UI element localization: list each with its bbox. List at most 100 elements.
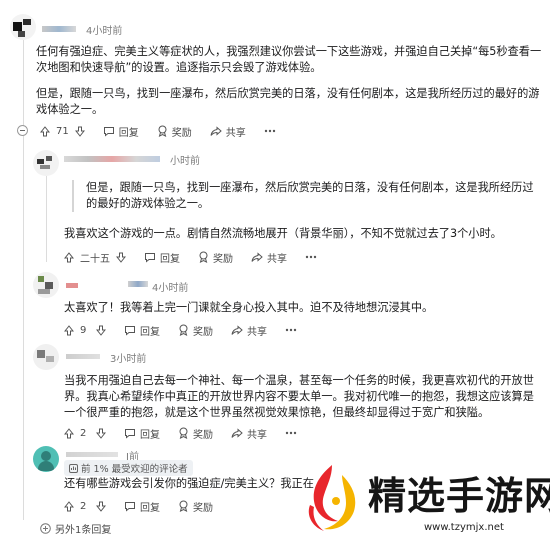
avatar[interactable] bbox=[33, 272, 59, 298]
site-watermark: 精选手游网 www.tzymjx.net bbox=[300, 455, 550, 539]
award-button[interactable]: 奖励 bbox=[178, 426, 213, 441]
more-options-icon[interactable] bbox=[305, 255, 317, 259]
comment-time: 4小时前 bbox=[152, 283, 189, 294]
collapse-thread-button[interactable] bbox=[17, 125, 28, 136]
comment-time: 小时前 bbox=[170, 156, 200, 167]
comment-text: 太喜欢了！我等着上完一门课就全身心投入其中。迫不及待地想沉浸其中。 bbox=[64, 301, 434, 314]
comment-icon bbox=[145, 252, 155, 263]
award-icon bbox=[179, 324, 188, 336]
award-button[interactable]: 奖励 bbox=[178, 323, 213, 338]
top-commenter-badge: 前 1% 最受欢迎的评论者 bbox=[64, 460, 193, 476]
more-options-icon[interactable] bbox=[264, 129, 276, 133]
share-button[interactable]: 共享 bbox=[210, 124, 246, 139]
comment-actions: 二十五 回复 奖励 共享 bbox=[64, 249, 317, 265]
avatar[interactable] bbox=[33, 150, 59, 176]
vote-count: 二十五 bbox=[80, 253, 110, 265]
comment-icon bbox=[103, 126, 114, 137]
username-redacted[interactable] bbox=[42, 26, 76, 32]
award-icon bbox=[179, 427, 188, 439]
award-button[interactable]: 奖励 bbox=[198, 250, 233, 265]
share-button[interactable]: 共享 bbox=[251, 250, 287, 265]
reply-button[interactable]: 回复 bbox=[124, 323, 160, 338]
quoted-text: 但是，跟随一只鸟，找到一座瀑布，然后欣赏完美的日落，没有任何剧本，这是我所经历过… bbox=[72, 180, 534, 212]
award-icon bbox=[179, 500, 188, 512]
downvote-icon[interactable] bbox=[96, 428, 106, 439]
share-icon bbox=[231, 324, 243, 335]
username-redacted[interactable] bbox=[66, 283, 78, 288]
reply-label: 回复 bbox=[118, 127, 139, 139]
award-button[interactable]: 奖励 bbox=[178, 499, 213, 514]
award-label: 奖励 bbox=[193, 326, 213, 338]
award-label: 奖励 bbox=[213, 253, 233, 265]
vote-controls: 71 bbox=[40, 126, 85, 137]
upvote-icon[interactable] bbox=[64, 251, 74, 263]
reply-label: 回复 bbox=[140, 502, 160, 514]
comment-actions: 2 回复 奖励 bbox=[64, 498, 231, 514]
username-redacted[interactable] bbox=[66, 354, 100, 359]
vote-count: 2 bbox=[80, 427, 87, 439]
more-options-icon[interactable] bbox=[285, 328, 297, 332]
reply-button[interactable]: 回复 bbox=[103, 124, 139, 139]
award-icon bbox=[199, 251, 208, 263]
award-label: 奖励 bbox=[193, 502, 213, 514]
avatar[interactable] bbox=[33, 344, 59, 370]
share-button[interactable]: 共享 bbox=[231, 426, 267, 441]
vote-count: 71 bbox=[56, 125, 69, 137]
share-button[interactable]: 共享 bbox=[231, 323, 267, 338]
downvote-icon[interactable] bbox=[116, 252, 126, 263]
comment-paragraph: 任何有强迫症、完美主义等症状的人，我强烈建议你尝试一下这些游戏，并强迫自己关掉“… bbox=[36, 45, 542, 74]
share-icon bbox=[231, 427, 243, 438]
award-label: 奖励 bbox=[193, 429, 213, 441]
comment-actions: 2 回复 奖励 共享 bbox=[64, 425, 297, 441]
more-replies-link[interactable]: 另外1条回复 bbox=[40, 521, 111, 536]
thread-line-reply bbox=[46, 176, 47, 262]
upvote-icon[interactable] bbox=[64, 427, 74, 439]
username-redacted[interactable] bbox=[64, 156, 160, 162]
vote-count: 9 bbox=[80, 324, 87, 336]
watermark-title: 精选手游网 bbox=[368, 474, 550, 518]
badge-icon bbox=[69, 463, 78, 473]
downvote-icon[interactable] bbox=[96, 325, 106, 336]
flair-redacted bbox=[128, 281, 148, 287]
reply-button[interactable]: 回复 bbox=[144, 250, 180, 265]
share-icon bbox=[210, 125, 222, 136]
vote-count: 2 bbox=[80, 500, 87, 512]
reply-button[interactable]: 回复 bbox=[124, 426, 160, 441]
badge-label: 前 1% 最受欢迎的评论者 bbox=[81, 464, 188, 475]
reply-label: 回复 bbox=[140, 429, 160, 441]
upvote-icon[interactable] bbox=[40, 125, 50, 137]
comment-actions: 71 回复 奖励 共享 bbox=[40, 123, 276, 139]
share-icon bbox=[251, 251, 263, 262]
share-label: 共享 bbox=[267, 253, 287, 265]
thread-line-main bbox=[23, 40, 24, 520]
award-button[interactable]: 奖励 bbox=[157, 124, 192, 139]
vote-controls: 2 bbox=[64, 501, 106, 512]
avatar[interactable] bbox=[33, 446, 59, 472]
comment-icon bbox=[125, 428, 135, 439]
plus-circle-icon bbox=[40, 523, 51, 534]
upvote-icon[interactable] bbox=[64, 324, 74, 336]
username-redacted[interactable] bbox=[66, 452, 118, 457]
award-icon bbox=[158, 125, 167, 137]
comment-time: 4小时前 bbox=[86, 26, 123, 37]
downvote-icon[interactable] bbox=[96, 501, 106, 512]
downvote-icon[interactable] bbox=[74, 126, 85, 137]
reply-label: 回复 bbox=[160, 253, 180, 265]
watermark-logo-icon bbox=[308, 465, 356, 531]
share-label: 共享 bbox=[247, 326, 267, 338]
more-options-icon[interactable] bbox=[285, 431, 297, 435]
vote-controls: 二十五 bbox=[64, 250, 126, 265]
comment-icon bbox=[125, 501, 135, 512]
award-label: 奖励 bbox=[171, 127, 192, 139]
comment-text: 还有哪些游戏会引发你的强迫症/完美主义？我正在扌 bbox=[64, 477, 314, 490]
more-replies-label: 另外1条回复 bbox=[55, 525, 112, 536]
vote-controls: 9 bbox=[64, 325, 106, 336]
comment-text: 我喜欢这个游戏的一点。剧情自然流畅地展开（背景华丽），不知不觉就过去了3个小时。 bbox=[64, 227, 502, 240]
avatar[interactable] bbox=[10, 14, 36, 40]
reply-label: 回复 bbox=[140, 326, 160, 338]
reply-button[interactable]: 回复 bbox=[124, 499, 160, 514]
watermark-url: www.tzymjx.net bbox=[424, 522, 504, 533]
share-label: 共享 bbox=[225, 127, 246, 139]
upvote-icon[interactable] bbox=[64, 500, 74, 512]
vote-controls: 2 bbox=[64, 428, 106, 439]
